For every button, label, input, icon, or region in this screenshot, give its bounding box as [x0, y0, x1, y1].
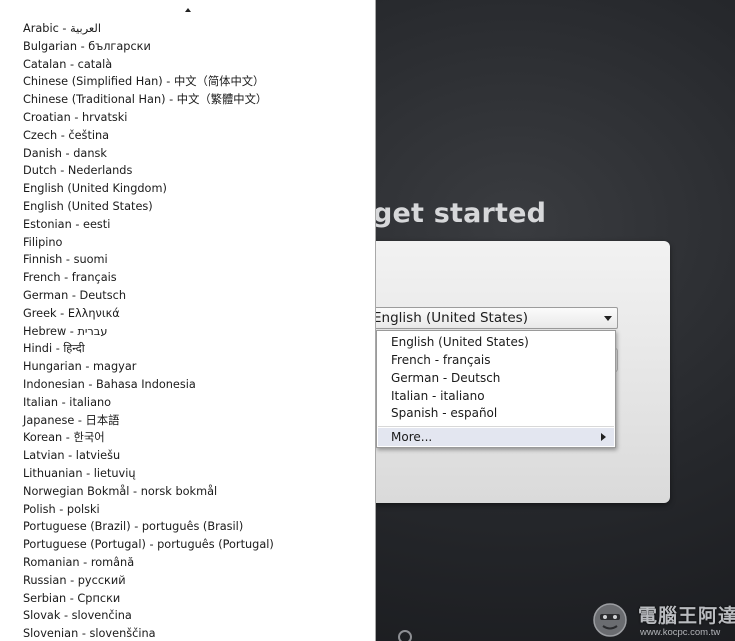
- popup-item-spanish[interactable]: Spanish - español: [391, 405, 497, 422]
- partial-next-icon: [398, 630, 412, 641]
- watermark-url: www.kocpc.com.tw: [640, 627, 721, 638]
- language-item[interactable]: Indonesian - Bahasa Indonesia: [23, 376, 274, 394]
- language-item[interactable]: Norwegian Bokmål - norsk bokmål: [23, 483, 274, 501]
- popup-item-more[interactable]: More...: [378, 428, 614, 446]
- popup-item-french[interactable]: French - français: [391, 352, 491, 369]
- language-item[interactable]: Portuguese (Brazil) - português (Brasil): [23, 518, 274, 536]
- language-submenu: Arabic - العربية Bulgarian - български C…: [0, 0, 376, 641]
- language-item[interactable]: Finnish - suomi: [23, 251, 274, 269]
- language-item[interactable]: Korean - 한국어: [23, 429, 274, 447]
- language-item[interactable]: Filipino: [23, 234, 274, 252]
- language-item[interactable]: Croatian - hrvatski: [23, 109, 274, 127]
- language-item[interactable]: Lithuanian - lietuvių: [23, 465, 274, 483]
- language-item[interactable]: Japanese - 日本語: [23, 412, 274, 430]
- language-item[interactable]: Greek - Ελληνικά: [23, 305, 274, 323]
- language-item[interactable]: Hindi - हिन्दी: [23, 340, 274, 358]
- language-item[interactable]: Czech - čeština: [23, 127, 274, 145]
- language-item[interactable]: German - Deutsch: [23, 287, 274, 305]
- chevron-right-icon: [601, 433, 606, 441]
- language-item[interactable]: Serbian - Српски: [23, 590, 274, 608]
- language-item[interactable]: English (United States): [23, 198, 274, 216]
- popup-separator: [378, 426, 614, 427]
- language-item[interactable]: Romanian - română: [23, 554, 274, 572]
- language-item[interactable]: Polish - polski: [23, 501, 274, 519]
- scroll-up-arrow-icon[interactable]: [185, 8, 191, 12]
- language-combobox-value: English (United States): [373, 310, 528, 326]
- language-item[interactable]: Slovenian - slovenščina: [23, 625, 274, 641]
- language-dropdown-popup: English (United States) French - françai…: [376, 330, 616, 448]
- chevron-down-icon[interactable]: [604, 316, 612, 321]
- popup-item-english-us[interactable]: English (United States): [391, 334, 529, 351]
- watermark-name: 電腦王阿達: [638, 605, 735, 627]
- setup-title: get started: [373, 198, 547, 229]
- language-item[interactable]: Danish - dansk: [23, 145, 274, 163]
- language-item[interactable]: Bulgarian - български: [23, 38, 274, 56]
- language-item[interactable]: Italian - italiano: [23, 394, 274, 412]
- language-item[interactable]: English (United Kingdom): [23, 180, 274, 198]
- popup-more-label: More...: [391, 430, 433, 444]
- language-item[interactable]: Estonian - eesti: [23, 216, 274, 234]
- language-item[interactable]: Portuguese (Portugal) - português (Portu…: [23, 536, 274, 554]
- language-item[interactable]: Catalan - català: [23, 56, 274, 74]
- language-item[interactable]: French - français: [23, 269, 274, 287]
- language-item[interactable]: Dutch - Nederlands: [23, 162, 274, 180]
- language-list: Arabic - العربية Bulgarian - български C…: [23, 20, 274, 641]
- watermark: 電腦王阿達 www.kocpc.com.tw: [590, 600, 735, 641]
- popup-item-german[interactable]: German - Deutsch: [391, 370, 500, 387]
- language-item[interactable]: Latvian - latviešu: [23, 447, 274, 465]
- language-item[interactable]: Chinese (Simplified Han) - 中文（简体中文）: [23, 73, 274, 91]
- language-combobox[interactable]: English (United States): [360, 307, 618, 329]
- popup-item-italian[interactable]: Italian - italiano: [391, 388, 485, 405]
- language-item[interactable]: Hebrew - עברית: [23, 323, 274, 341]
- language-item[interactable]: Russian - русский: [23, 572, 274, 590]
- language-item[interactable]: Arabic - العربية: [23, 20, 274, 38]
- language-item[interactable]: Hungarian - magyar: [23, 358, 274, 376]
- mascot-logo-icon: [593, 603, 627, 637]
- language-item[interactable]: Slovak - slovenčina: [23, 607, 274, 625]
- language-item[interactable]: Chinese (Traditional Han) - 中文（繁體中文）: [23, 91, 274, 109]
